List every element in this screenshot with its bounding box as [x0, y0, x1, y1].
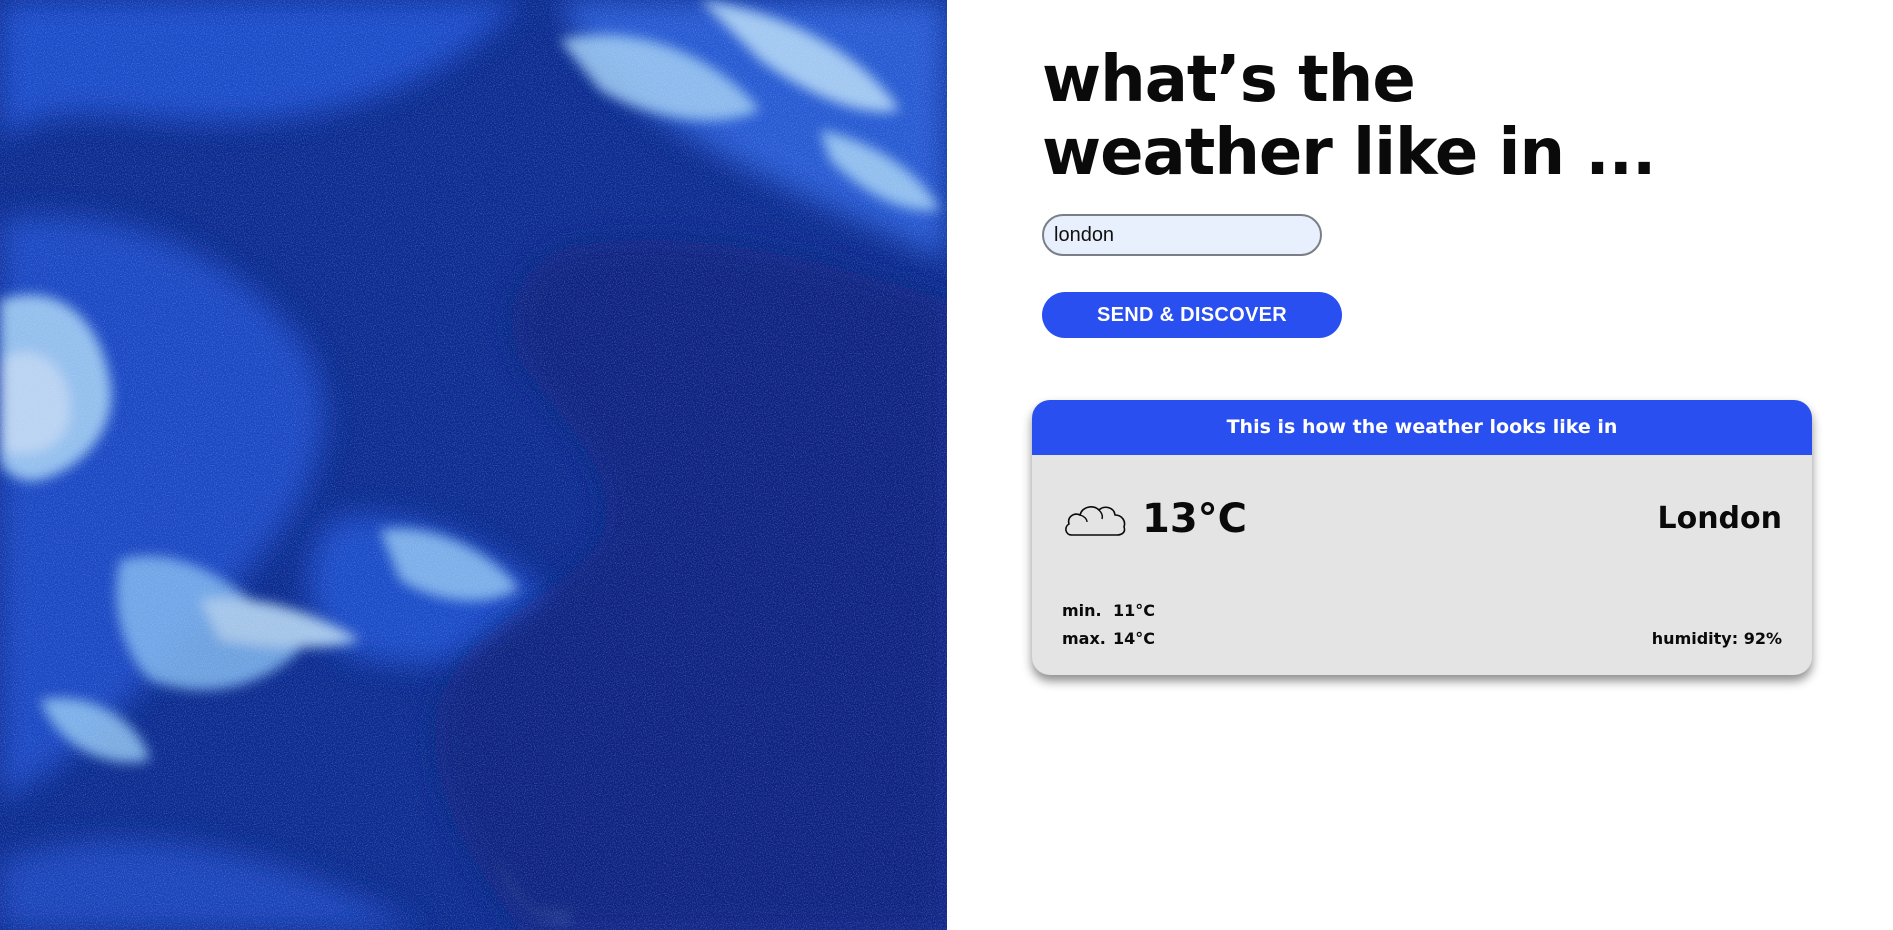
current-temperature: 13°C — [1142, 496, 1248, 542]
weather-card-header: This is how the weather looks like in — [1032, 400, 1812, 455]
cloud-icon — [1065, 506, 1126, 536]
max-label: max. — [1062, 629, 1106, 648]
page-title-line-1: what’s the — [1042, 43, 1416, 117]
send-discover-button[interactable]: SEND & DISCOVER — [1042, 292, 1342, 338]
min-max-temperatures: min. 11°C max. 14°C — [1062, 597, 1155, 653]
main-panel: what’s the weather like in ... SEND & DI… — [947, 0, 1893, 930]
humidity-readout: humidity: 92% — [1651, 629, 1782, 648]
min-label: min. — [1062, 601, 1102, 620]
weather-card-body: 13°C London min. 11°C max. 14°C humidity… — [1032, 455, 1812, 675]
weather-card: This is how the weather looks like in 13… — [1032, 400, 1812, 675]
page: what’s the weather like in ... SEND & DI… — [0, 0, 1893, 930]
city-search-input[interactable] — [1042, 214, 1322, 256]
min-temperature-row: min. 11°C — [1062, 597, 1155, 625]
page-title-line-2: weather like in ... — [1042, 116, 1656, 190]
max-temperature-row: max. 14°C — [1062, 625, 1155, 653]
max-value: 14°C — [1113, 629, 1156, 648]
ocean-satellite-image — [0, 0, 947, 930]
city-name: London — [1657, 501, 1782, 536]
min-value: 11°C — [1113, 601, 1156, 620]
page-title: what’s the weather like in ... — [1042, 43, 1656, 190]
